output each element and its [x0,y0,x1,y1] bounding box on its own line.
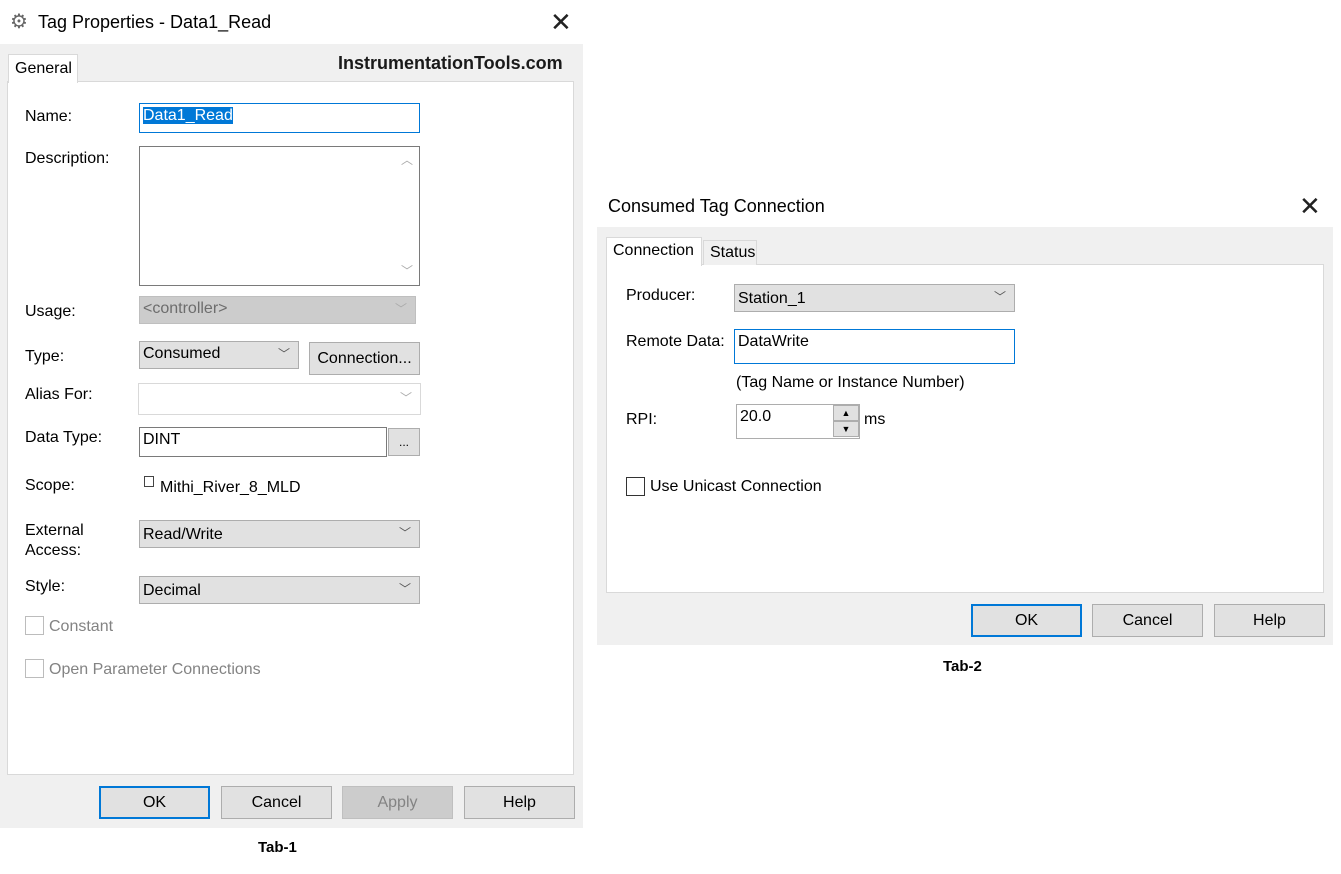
type-label: Type: [25,348,65,365]
arrow-down-icon: ▼ [841,424,851,434]
alias-for-label: Alias For: [25,386,93,403]
title-bar: ⚙ Tag Properties - Data1_Read ✕ [0,0,583,44]
cancel-button[interactable]: Cancel [1092,604,1203,637]
use-unicast-label: Use Unicast Connection [650,478,822,495]
tab-general[interactable]: General [8,54,78,83]
chevron-down-icon: ﹀ [398,581,411,596]
description-label: Description: [25,150,110,167]
scroll-down-icon[interactable]: ﹀ [401,262,413,279]
browse-data-type-button[interactable]: ... [388,428,420,456]
remote-data-value: DataWrite [738,333,809,350]
producer-label: Producer: [626,287,696,304]
ok-button[interactable]: OK [99,786,210,819]
remote-data-hint: (Tag Name or Instance Number) [736,374,965,391]
style-value: Decimal [143,582,201,599]
apply-button[interactable]: Apply [342,786,453,819]
connection-panel [606,264,1324,593]
alias-for-select[interactable]: ﹀ [138,383,421,415]
name-value: Data1_Read [143,107,233,124]
rpi-value: 20.0 [740,408,772,425]
type-select[interactable]: Consumed ﹀ [139,341,299,369]
rpi-increment-button[interactable]: ▲ [833,405,859,421]
chevron-down-icon: ﹀ [394,301,407,316]
usage-select[interactable]: <controller> ﹀ [139,296,416,324]
ok-button[interactable]: OK [971,604,1082,637]
usage-value: <controller> [143,300,228,317]
caption-tab-1: Tab-1 [258,839,297,856]
chevron-down-icon: ﹀ [277,346,290,361]
controller-scope-icon [144,476,154,487]
remote-data-input[interactable]: DataWrite [734,329,1015,364]
data-type-input[interactable]: DINT [139,427,387,457]
description-textarea[interactable]: ︿ ﹀ [139,146,420,286]
external-access-label-2: Access: [25,542,82,559]
rpi-label: RPI: [626,411,658,428]
style-select[interactable]: Decimal ﹀ [139,576,420,604]
scope-value: Mithi_River_8_MLD [160,479,301,496]
rpi-unit: ms [864,411,886,428]
chevron-down-icon: ﹀ [399,390,412,405]
constant-label: Constant [49,618,114,635]
external-access-label: External [25,522,84,539]
data-type-value: DINT [143,431,181,448]
cancel-button[interactable]: Cancel [221,786,332,819]
caption-tab-2: Tab-2 [943,658,982,675]
dialog-title: Tag Properties - Data1_Read [38,12,272,32]
connection-button[interactable]: Connection... [309,342,420,375]
open-parameter-connections-label: Open Parameter Connections [49,661,261,678]
app-gear-icon: ⚙ [10,11,28,33]
help-button[interactable]: Help [1214,604,1325,637]
open-parameter-connections-checkbox[interactable] [25,659,44,678]
name-label: Name: [25,108,73,125]
style-label: Style: [25,578,66,595]
dialog-title: Consumed Tag Connection [608,196,825,216]
chevron-down-icon: ﹀ [398,525,411,540]
usage-label: Usage: [25,303,76,320]
rpi-decrement-button[interactable]: ▼ [833,421,859,437]
tab-status[interactable]: Status [703,240,757,265]
scope-label: Scope: [25,477,75,494]
help-button[interactable]: Help [464,786,575,819]
external-access-value: Read/Write [143,526,223,543]
tab-connection[interactable]: Connection [606,237,702,266]
tag-properties-dialog: ⚙ Tag Properties - Data1_Read ✕ Instrume… [0,0,583,828]
arrow-up-icon: ▲ [841,408,851,418]
constant-checkbox[interactable] [25,616,44,635]
close-icon[interactable]: ✕ [550,9,572,35]
external-access-select[interactable]: Read/Write ﹀ [139,520,420,548]
type-value: Consumed [143,345,221,362]
name-input[interactable]: Data1_Read [139,103,420,133]
data-type-label: Data Type: [25,429,103,446]
scroll-up-icon[interactable]: ︿ [401,151,413,168]
consumed-tag-connection-dialog: Consumed Tag Connection ✕ Connection Sta… [597,183,1333,645]
remote-data-label: Remote Data: [626,333,725,350]
producer-select[interactable]: Station_1 ﹀ [734,284,1015,312]
use-unicast-checkbox[interactable] [626,477,645,496]
chevron-down-icon: ﹀ [993,289,1006,304]
close-icon[interactable]: ✕ [1299,193,1321,219]
watermark: InstrumentationTools.com [338,53,563,73]
title-bar: Consumed Tag Connection ✕ [597,183,1333,227]
producer-value: Station_1 [738,290,806,307]
